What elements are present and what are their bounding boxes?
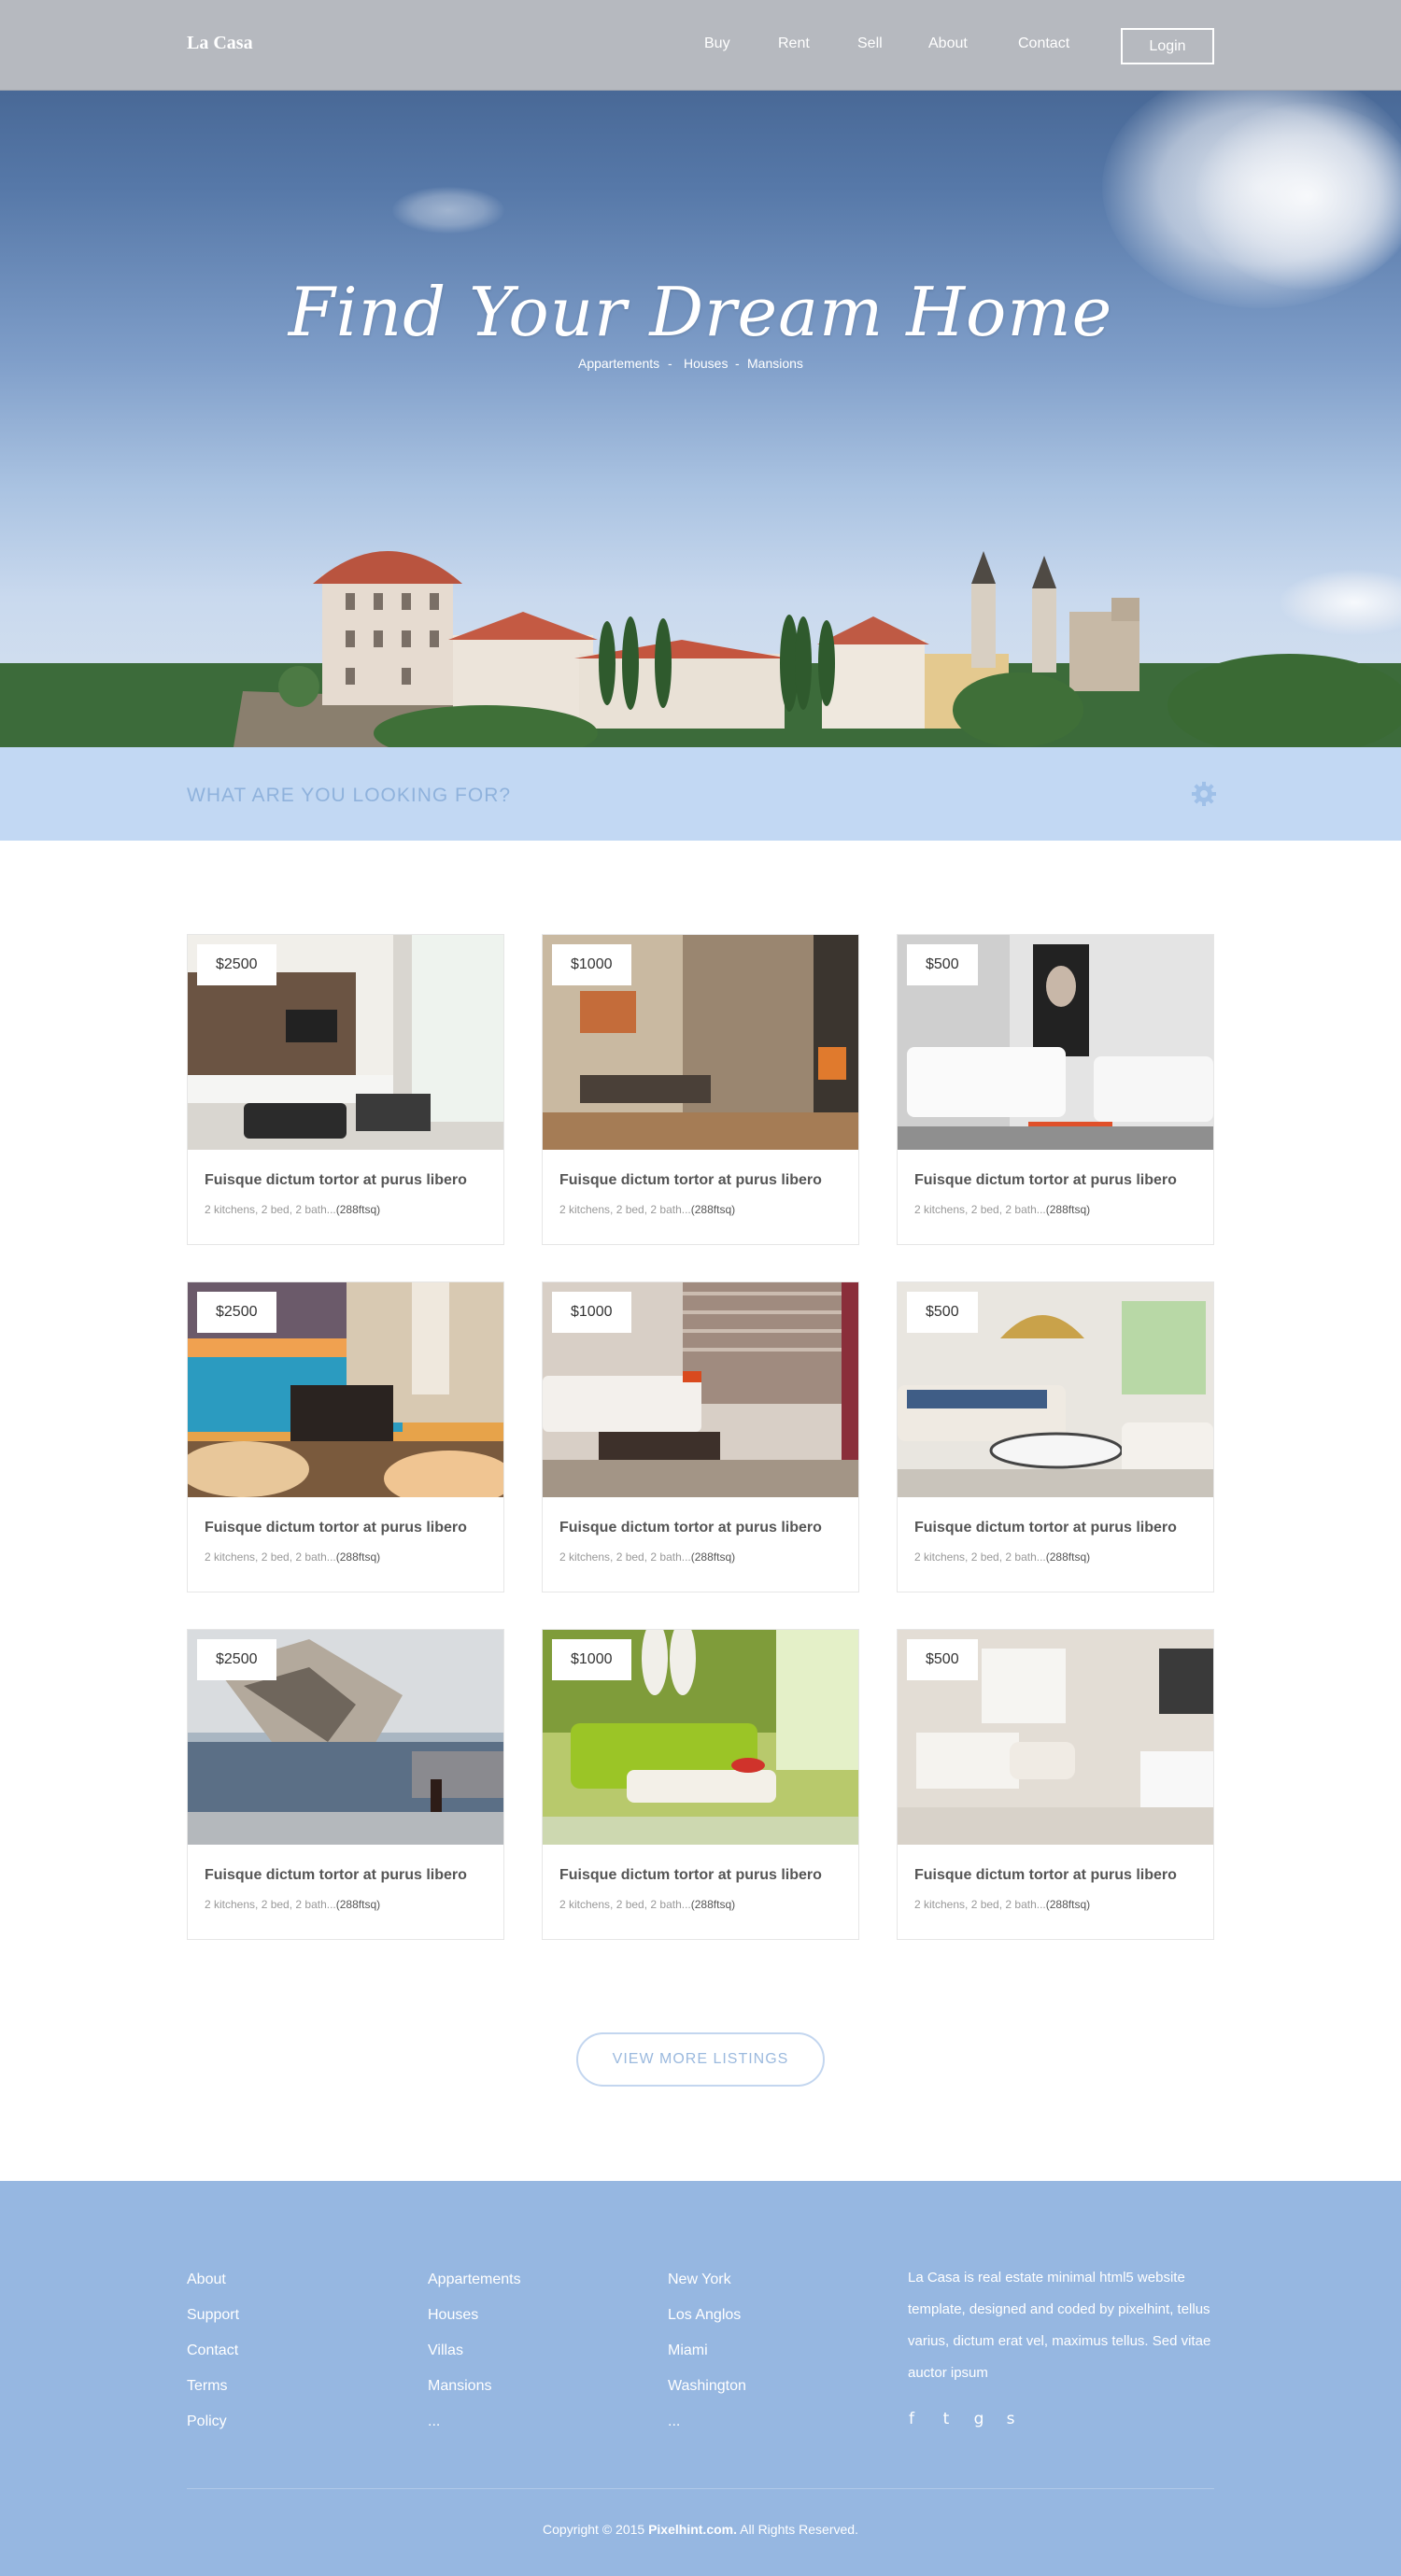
price-badge: $500 [907,944,978,985]
hero-subtitle-separator: - [735,356,740,371]
hero-subtitle-appartements: Appartements [578,356,660,371]
top-nav-bar: La Casa Buy Rent Sell About Contact Logi… [0,0,1401,91]
listing-card[interactable]: $1000 Fuisque dictum tortor at purus lib… [542,1281,859,1592]
footer-link-terms[interactable]: Terms [187,2378,228,2395]
footer-divider [187,2488,1214,2489]
price-badge: $2500 [197,944,276,985]
footer-link-about[interactable]: About [187,2272,226,2288]
price-badge: $500 [907,1639,978,1680]
footer-about-text: La Casa is real estate minimal html5 web… [908,2270,1211,2381]
nav-contact[interactable]: Contact [1018,35,1069,52]
google-plus-icon[interactable]: g [969,2410,988,2428]
listing-card[interactable]: $500 Fuisque dictum tortor at purus libe… [897,1629,1214,1940]
hero-title: Find Your Dream Home [288,273,1113,351]
footer-link-contact[interactable]: Contact [187,2342,238,2359]
footer-link-appartements[interactable]: Appartements [428,2272,521,2288]
nav-about[interactable]: About [928,35,968,52]
copyright-brand-link[interactable]: Pixelhint.com. [648,2522,737,2537]
listing-area: (288ftsq) [1045,1550,1091,1564]
listing-title[interactable]: Fuisque dictum tortor at purus libero [559,1172,822,1189]
hero-subtitle-mansions: Mansions [747,356,803,371]
nav-buy[interactable]: Buy [704,35,730,52]
listing-title[interactable]: Fuisque dictum tortor at purus libero [559,1867,822,1884]
price-badge: $500 [907,1292,978,1333]
listing-details: 2 kitchens, 2 bed, 2 bath...(288ftsq) [205,1550,381,1564]
price-badge: $2500 [197,1639,276,1680]
gear-icon[interactable] [1190,780,1218,808]
search-prompt[interactable]: WHAT ARE YOU LOOKING FOR? [187,785,511,807]
listing-title[interactable]: Fuisque dictum tortor at purus libero [205,1172,467,1189]
listing-card[interactable]: $500 Fuisque dictum tortor at purus libe… [897,934,1214,1245]
listing-details: 2 kitchens, 2 bed, 2 bath...(288ftsq) [914,1898,1091,1911]
footer-link-new-york[interactable]: New York [668,2272,731,2288]
listing-details: 2 kitchens, 2 bed, 2 bath...(288ftsq) [559,1898,736,1911]
footer-link-washington[interactable]: Washington [668,2378,746,2395]
listing-area: (288ftsq) [335,1203,381,1216]
listing-details: 2 kitchens, 2 bed, 2 bath...(288ftsq) [914,1203,1091,1216]
listing-area: (288ftsq) [690,1550,736,1564]
town-skyline-image [0,551,1401,747]
listing-details: 2 kitchens, 2 bed, 2 bath...(288ftsq) [205,1203,381,1216]
footer-link-los-anglos[interactable]: Los Anglos [668,2307,741,2324]
listing-title[interactable]: Fuisque dictum tortor at purus libero [205,1867,467,1884]
footer-link-mansions[interactable]: Mansions [428,2378,491,2395]
listing-card[interactable]: $2500 Fuisque dictum tortor at purus lib… [187,934,504,1245]
listing-area: (288ftsq) [1045,1898,1091,1911]
site-logo[interactable]: La Casa [187,33,253,54]
listing-card[interactable]: $500 Fuisque dictum tortor at purus libe… [897,1281,1214,1592]
footer-link-more[interactable]: ... [668,2413,680,2430]
listing-title[interactable]: Fuisque dictum tortor at purus libero [914,1520,1177,1536]
footer-link-houses[interactable]: Houses [428,2307,478,2324]
price-badge: $2500 [197,1292,276,1333]
hero-banner: La Casa Buy Rent Sell About Contact Logi… [0,0,1401,747]
listing-details: 2 kitchens, 2 bed, 2 bath...(288ftsq) [205,1898,381,1911]
listing-card[interactable]: $1000 Fuisque dictum tortor at purus lib… [542,934,859,1245]
footer-link-policy[interactable]: Policy [187,2413,227,2430]
listing-details: 2 kitchens, 2 bed, 2 bath...(288ftsq) [559,1550,736,1564]
cloud [392,187,504,234]
listing-title[interactable]: Fuisque dictum tortor at purus libero [914,1172,1177,1189]
view-more-listings-button[interactable]: VIEW MORE LISTINGS [576,2032,825,2087]
footer-link-villas[interactable]: Villas [428,2342,463,2359]
listing-area: (288ftsq) [1045,1203,1091,1216]
listing-details: 2 kitchens, 2 bed, 2 bath...(288ftsq) [559,1203,736,1216]
facebook-icon[interactable]: f [902,2410,921,2428]
footer-link-more[interactable]: ... [428,2413,440,2430]
login-button[interactable]: Login [1121,28,1214,64]
price-badge: $1000 [552,1639,631,1680]
listing-card[interactable]: $1000 Fuisque dictum tortor at purus lib… [542,1629,859,1940]
listing-title[interactable]: Fuisque dictum tortor at purus libero [914,1867,1177,1884]
listing-area: (288ftsq) [335,1898,381,1911]
skype-icon[interactable]: s [1001,2410,1020,2428]
listing-card[interactable]: $2500 Fuisque dictum tortor at purus lib… [187,1629,504,1940]
hero-subtitle-separator: - [668,356,672,371]
listing-details: 2 kitchens, 2 bed, 2 bath...(288ftsq) [914,1550,1091,1564]
price-badge: $1000 [552,944,631,985]
listing-card[interactable]: $2500 Fuisque dictum tortor at purus lib… [187,1281,504,1592]
listing-area: (288ftsq) [335,1550,381,1564]
listing-title[interactable]: Fuisque dictum tortor at purus libero [205,1520,467,1536]
twitter-icon[interactable]: t [937,2410,955,2428]
listing-area: (288ftsq) [690,1898,736,1911]
castle [313,551,462,705]
listing-title[interactable]: Fuisque dictum tortor at purus libero [559,1520,822,1536]
nav-rent[interactable]: Rent [778,35,810,52]
copyright: Copyright © 2015 Pixelhint.com. All Righ… [543,2522,858,2537]
hero-subtitle-houses: Houses [684,356,729,371]
listing-area: (288ftsq) [690,1203,736,1216]
price-badge: $1000 [552,1292,631,1333]
footer-link-miami[interactable]: Miami [668,2342,708,2359]
nav-sell[interactable]: Sell [857,35,883,52]
footer-link-support[interactable]: Support [187,2307,239,2324]
